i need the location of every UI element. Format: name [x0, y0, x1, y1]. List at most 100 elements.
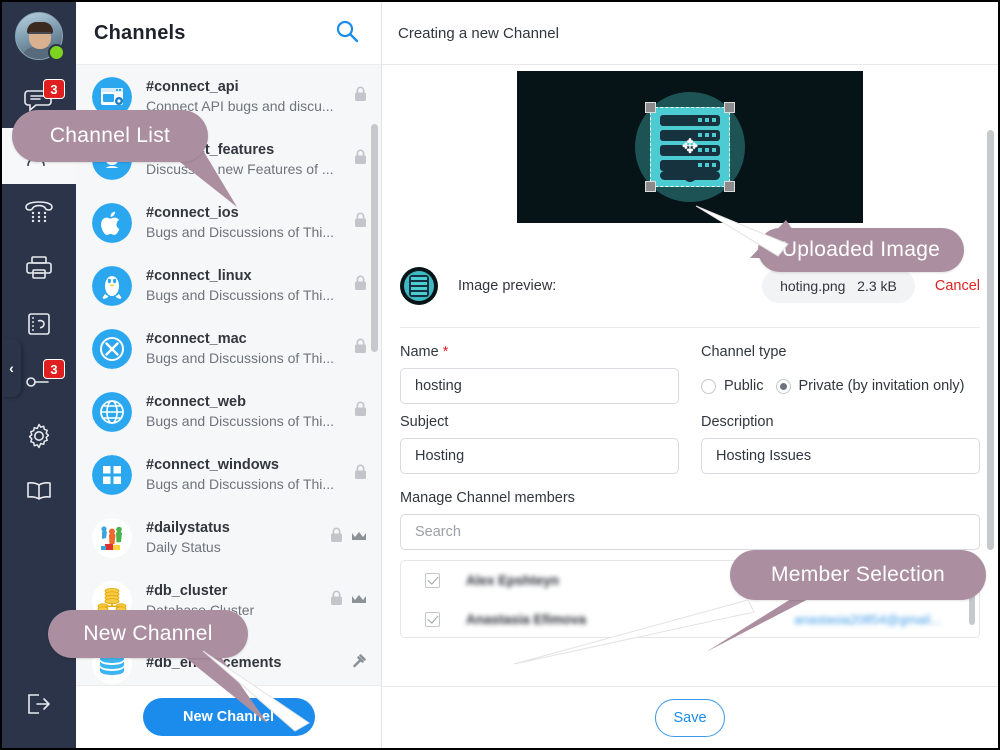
rail-item-directory[interactable] — [2, 464, 76, 520]
channel-name: #dailystatus — [146, 519, 230, 536]
callout-member-selection: Member Selection — [730, 550, 986, 600]
gavel-icon — [351, 653, 367, 674]
description-field-group: Description — [701, 414, 980, 474]
subject-field-group: Subject — [400, 414, 679, 474]
callout-channel-list: Channel List — [12, 110, 208, 162]
name-label: Name * — [400, 344, 679, 360]
lock-icon — [330, 527, 343, 548]
fax-icon — [24, 255, 54, 281]
channel-name: #connect_windows — [146, 456, 279, 473]
list-item[interactable]: #connect_windows Bugs and Discussions of… — [76, 443, 381, 506]
lock-icon — [354, 86, 367, 107]
dialpad-icon — [23, 199, 55, 225]
channel-icon-apple — [92, 202, 132, 243]
lock-icon — [354, 401, 367, 422]
channel-type-radios: Public Private (by invitation only) — [701, 368, 980, 404]
manage-members-label: Manage Channel members — [400, 490, 575, 506]
radio-private[interactable]: Private (by invitation only) — [775, 378, 965, 394]
collapse-sidebar-button[interactable]: ‹ — [2, 339, 21, 397]
search-icon[interactable] — [335, 19, 359, 48]
list-item[interactable]: #connect_mac Bugs and Discussions of Thi… — [76, 317, 381, 380]
channel-list-scrollbar[interactable] — [371, 124, 378, 352]
subject-label: Subject — [400, 414, 449, 430]
callout-arrow-member-selection — [513, 599, 755, 665]
lock-icon — [354, 149, 367, 170]
page-title: Channels — [94, 21, 186, 44]
channel-name: #db_cluster — [146, 582, 228, 599]
book-icon — [23, 480, 55, 504]
lock-icon — [354, 464, 367, 485]
main-header-title: Creating a new Channel — [398, 24, 559, 42]
presence-indicator — [48, 44, 65, 61]
channel-text: #dailystatus Daily Status — [146, 519, 324, 557]
name-input[interactable] — [400, 368, 679, 404]
channel-name: #connect_web — [146, 393, 246, 410]
radio-public-label: Public — [724, 378, 764, 394]
channel-desc: Bugs and Discussions of Thi... — [146, 349, 335, 366]
list-item[interactable]: #connect_web Bugs and Discussions of Thi… — [76, 380, 381, 443]
rail-item-logout[interactable] — [2, 676, 76, 732]
file-size: 2.3 kB — [857, 278, 897, 294]
image-preview-row: Image preview: hoting.png 2.3 kB Cancel — [400, 267, 980, 328]
rail-item-fax[interactable] — [2, 240, 76, 296]
channel-flags — [351, 653, 367, 674]
list-item[interactable]: #dailystatus Daily Status — [76, 506, 381, 569]
channel-icon-mac — [92, 328, 132, 369]
channel-text: #connect_linux Bugs and Discussions of T… — [146, 267, 348, 305]
channel-icon-linux — [92, 265, 132, 306]
subject-input[interactable] — [400, 438, 679, 474]
channel-icon-people — [92, 517, 132, 558]
channel-form: Name * Channel type Public Pr — [400, 344, 980, 484]
main-header: Creating a new Channel — [382, 2, 998, 65]
crop-handle-bottom-left[interactable] — [645, 181, 656, 192]
name-field-group: Name * — [400, 344, 679, 404]
crop-handle-top-right[interactable] — [724, 102, 735, 113]
save-button[interactable]: Save — [655, 698, 725, 737]
main-footer: Save — [382, 686, 998, 748]
chat-badge: 3 — [43, 79, 65, 99]
channel-icon-web — [92, 391, 132, 432]
crop-handle-top-left[interactable] — [645, 102, 656, 113]
radio-public-dot[interactable] — [701, 378, 716, 394]
crop-selection[interactable]: ✥ — [645, 102, 735, 192]
channel-text: #connect_web Bugs and Discussions of Thi… — [146, 393, 348, 431]
file-name: hoting.png — [780, 278, 846, 294]
channel-flags — [330, 590, 367, 611]
app-window: 3 3 3 — [0, 0, 1000, 750]
channel-flags — [354, 212, 367, 233]
rail-item-dialpad[interactable] — [2, 184, 76, 240]
radio-public[interactable]: Public — [701, 378, 764, 394]
required-mark: * — [442, 344, 449, 360]
file-chip[interactable]: hoting.png 2.3 kB — [762, 269, 915, 303]
member-search-input[interactable] — [400, 514, 980, 550]
channel-flags — [354, 401, 367, 422]
crop-handle-bottom-right[interactable] — [724, 181, 735, 192]
channel-name: #connect_linux — [146, 267, 252, 284]
member-checkbox[interactable] — [425, 612, 440, 627]
avatar[interactable] — [15, 12, 65, 61]
list-item[interactable]: #connect_linux Bugs and Discussions of T… — [76, 254, 381, 317]
image-preview-label: Image preview: — [458, 278, 557, 294]
channel-flags — [354, 464, 367, 485]
member-checkbox[interactable] — [425, 573, 440, 588]
lock-icon — [354, 275, 367, 296]
lock-icon — [330, 590, 343, 611]
channel-name: #connect_mac — [146, 330, 247, 347]
radio-private-dot[interactable] — [775, 378, 791, 394]
description-input[interactable] — [701, 438, 980, 474]
cancel-upload-link[interactable]: Cancel — [935, 278, 980, 294]
channel-desc: Bugs and Discussions of Thi... — [146, 475, 335, 492]
channel-flags — [354, 338, 367, 359]
logout-icon — [24, 692, 54, 716]
image-thumbnail — [400, 267, 438, 305]
channels-header: Channels — [76, 2, 381, 65]
channel-desc: Bugs and Discussions of Thi... — [146, 286, 335, 303]
main-pane-scrollbar[interactable] — [987, 130, 994, 550]
rail-item-settings[interactable] — [2, 408, 76, 464]
crown-icon — [351, 529, 367, 547]
crown-icon — [351, 592, 367, 610]
channel-desc: Bugs and Discussions of Thi... — [146, 412, 335, 429]
channel-type-label: Channel type — [701, 344, 787, 360]
callout-arrow-new-channel — [202, 650, 310, 732]
channel-text: #connect_windows Bugs and Discussions of… — [146, 456, 348, 494]
